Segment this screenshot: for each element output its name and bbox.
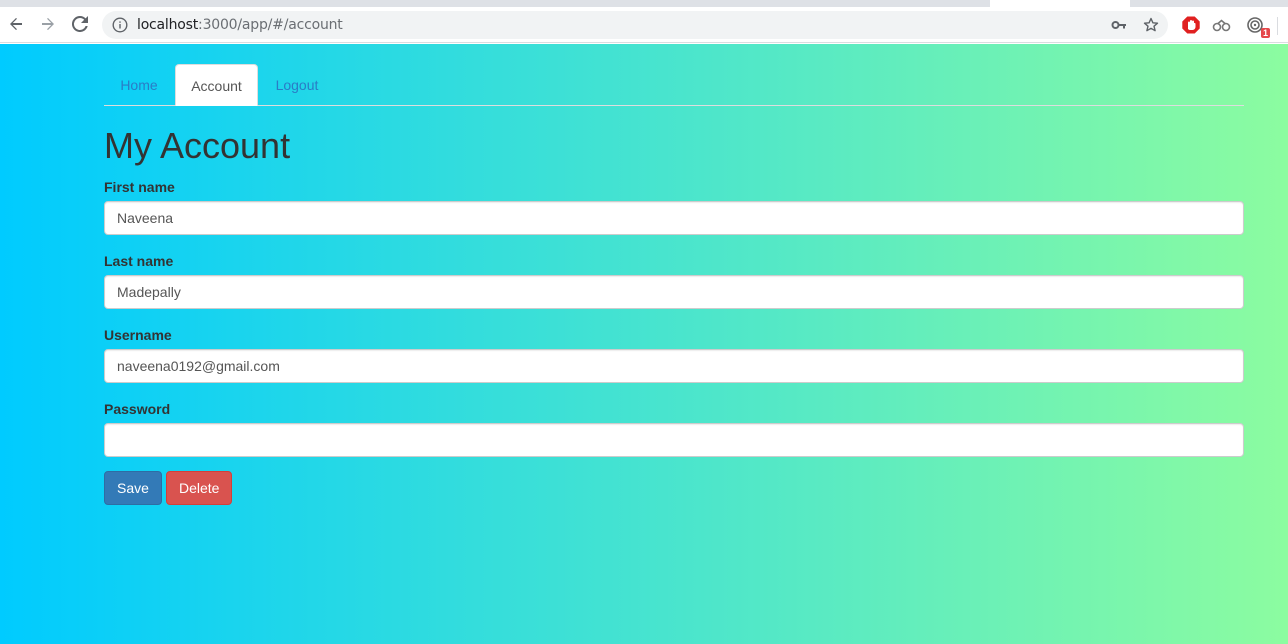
key-icon[interactable] — [1110, 16, 1128, 34]
delete-button[interactable]: Delete — [166, 471, 232, 505]
forward-button[interactable] — [35, 11, 61, 37]
browser-toolbar: localhost:3000/app/#/account 1 — [0, 7, 1288, 43]
back-button[interactable] — [3, 11, 29, 37]
adblock-extension-icon[interactable] — [1181, 15, 1201, 35]
reload-icon — [72, 16, 88, 32]
username-input[interactable] — [104, 349, 1244, 383]
active-browser-tab[interactable] — [990, 0, 1130, 7]
nav-tabs: Home Account Logout — [104, 44, 1244, 106]
extension-badge: 1 — [1260, 28, 1270, 38]
tab-home[interactable]: Home — [104, 64, 174, 106]
site-info-icon[interactable] — [112, 17, 128, 33]
reload-button[interactable] — [67, 11, 93, 37]
bookmark-star-icon[interactable] — [1142, 16, 1160, 34]
page-background: Home Account Logout My Account First nam… — [0, 44, 1288, 644]
password-label: Password — [104, 401, 171, 417]
tab-logout[interactable]: Logout — [259, 64, 335, 106]
last-name-label: Last name — [104, 253, 174, 269]
last-name-input[interactable] — [104, 275, 1244, 309]
save-button[interactable]: Save — [104, 471, 162, 505]
url-path: :3000/app/#/account — [198, 17, 343, 33]
fingerprint-extension-icon[interactable]: 1 — [1245, 15, 1270, 38]
password-input[interactable] — [104, 423, 1244, 457]
url-host: localhost — [137, 17, 199, 33]
back-arrow-icon — [10, 18, 22, 30]
tab-strip — [0, 0, 1288, 7]
first-name-input[interactable] — [104, 201, 1244, 235]
main-container: Home Account Logout My Account First nam… — [104, 44, 1244, 505]
url-text[interactable]: localhost:3000/app/#/account — [137, 18, 343, 32]
cloud-extension-icon[interactable] — [1212, 15, 1232, 35]
toolbar-divider — [1277, 17, 1278, 35]
tab-account[interactable]: Account — [175, 64, 258, 106]
first-name-label: First name — [104, 179, 175, 195]
username-label: Username — [104, 327, 172, 343]
page-title: My Account — [104, 125, 291, 166]
forward-arrow-icon — [42, 18, 54, 30]
address-bar[interactable]: localhost:3000/app/#/account — [102, 11, 1168, 39]
